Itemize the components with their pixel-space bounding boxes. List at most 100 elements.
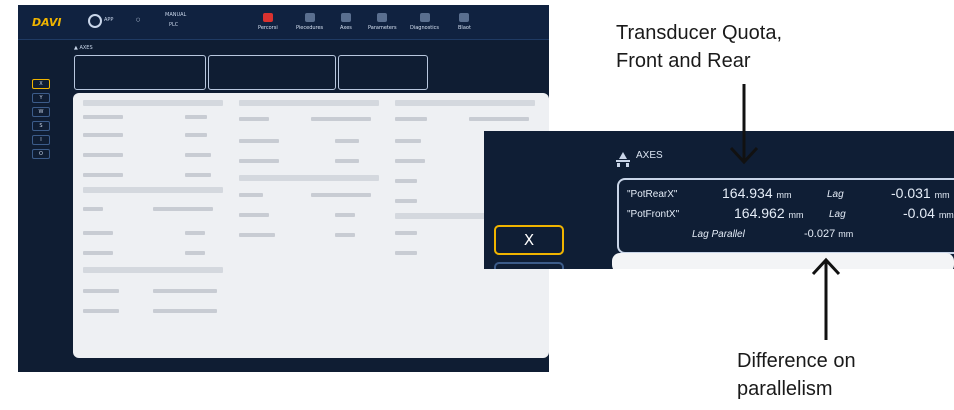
- pot-front-label: "PotFrontX": [627, 209, 680, 220]
- transducer-callout: Transducer Quota, Front and Rear: [616, 19, 782, 75]
- field-label: [83, 309, 119, 313]
- field-value: [185, 231, 205, 235]
- tab-i[interactable]: I: [32, 135, 50, 145]
- field-label: [83, 289, 119, 293]
- tab-s[interactable]: S: [32, 121, 50, 131]
- section-header: [239, 100, 379, 106]
- nav-piecedures[interactable]: Piecedures: [296, 13, 323, 31]
- field-value: [185, 153, 211, 157]
- user-label: APP: [104, 17, 114, 23]
- field-label: [83, 231, 113, 235]
- left-tabs: X Y W S I O: [32, 79, 50, 163]
- top-bar: DAVI APP ○ MANUAL PLC Percorsi Piecedure…: [18, 5, 549, 40]
- pot-rear-label: "PotRearX": [627, 189, 678, 200]
- field-value: [469, 117, 529, 121]
- field-label: [395, 159, 425, 163]
- sliders-icon: [377, 13, 388, 22]
- field-value: [185, 133, 207, 137]
- callout-line: Front and Rear: [616, 50, 751, 72]
- position-box: [74, 55, 206, 90]
- value-text: -0.027: [804, 228, 836, 240]
- field-label: [239, 233, 275, 237]
- value-text: 164.934: [722, 185, 773, 201]
- tab-y[interactable]: Y: [32, 93, 50, 103]
- field-value: [335, 159, 359, 163]
- axes-header: ▲ AXES: [74, 45, 93, 51]
- nav-parameters[interactable]: Parameters: [368, 13, 397, 31]
- field-value: [335, 213, 355, 217]
- field-label: [83, 153, 123, 157]
- lag-rear-value: -0.031 mm: [891, 185, 950, 201]
- section-header: [83, 267, 223, 273]
- field-label: [395, 139, 421, 143]
- up-arrow-icon: [811, 257, 841, 340]
- section-header: [83, 187, 223, 193]
- chart-icon: [419, 13, 430, 22]
- parameters-panel: [73, 93, 549, 358]
- field-label: [239, 159, 279, 163]
- quota-box: "PotRearX" 164.934 mm Lag -0.031 mm "Pot…: [617, 178, 954, 254]
- next-axis-button[interactable]: [494, 262, 564, 269]
- callout-line: parallelism: [737, 378, 833, 400]
- lag-label: Lag: [827, 189, 844, 200]
- axes-title: AXES: [79, 45, 93, 51]
- field-label: [83, 115, 123, 119]
- field-value: [185, 173, 211, 177]
- pot-rear-value: 164.934 mm: [722, 185, 792, 201]
- field-label: [239, 213, 269, 217]
- field-label: [395, 117, 427, 121]
- mode-label: MANUAL: [165, 12, 187, 18]
- dot-icon: ○: [136, 17, 141, 23]
- tab-w[interactable]: W: [32, 107, 50, 117]
- parallelism-callout: Difference on parallelism: [737, 347, 856, 403]
- value-text: -0.04: [903, 205, 935, 221]
- nav-label: Parameters: [368, 25, 397, 31]
- field-label: [395, 199, 417, 203]
- nav-blaot[interactable]: Blaot: [458, 13, 471, 31]
- axes-icon: [616, 152, 630, 167]
- field-label: [239, 117, 269, 121]
- field-value: [153, 207, 213, 211]
- lag-parallel-value: -0.027 mm: [804, 228, 853, 240]
- app-screenshot: DAVI APP ○ MANUAL PLC Percorsi Piecedure…: [18, 5, 549, 372]
- zoom-detail: AXES "PotRearX" 164.934 mm Lag -0.031 mm…: [484, 131, 954, 269]
- nav-percorsi[interactable]: Percorsi: [258, 13, 278, 31]
- nav-label: Piecedures: [296, 25, 324, 31]
- section-header: [83, 100, 223, 106]
- field-value: [185, 115, 207, 119]
- nav-label: Axes: [340, 25, 352, 31]
- axes-icon: [340, 13, 351, 22]
- tab-o[interactable]: O: [32, 149, 50, 159]
- nav-diagnostics[interactable]: Diagnostics: [410, 13, 439, 31]
- pot-front-value: 164.962 mm: [734, 205, 804, 221]
- unit-text: mm: [788, 210, 804, 220]
- section-header: [239, 175, 379, 181]
- callout-line: Transducer Quota,: [616, 22, 783, 44]
- plc-label: PLC: [169, 22, 179, 28]
- down-arrow-icon: [729, 84, 759, 165]
- tab-x[interactable]: X: [32, 79, 50, 89]
- brand-logo: DAVI: [32, 16, 62, 29]
- nav-label: Percorsi: [258, 25, 278, 31]
- value-text: -0.031: [891, 185, 931, 201]
- axes-title: AXES: [636, 150, 663, 161]
- callout-line: Difference on: [737, 350, 856, 372]
- x-axis-button[interactable]: X: [494, 225, 564, 255]
- lag-parallel-label: Lag Parallel: [692, 229, 745, 240]
- parallel-box: [338, 55, 428, 90]
- unit-text: mm: [776, 190, 792, 200]
- power-icon[interactable]: [88, 14, 102, 28]
- nav-label: Diagnostics: [410, 25, 440, 31]
- unit-text: mm: [838, 229, 854, 239]
- field-label: [395, 231, 417, 235]
- field-label: [395, 179, 417, 183]
- chat-icon: [459, 13, 470, 22]
- field-value: [311, 193, 371, 197]
- unit-text: mm: [938, 210, 954, 220]
- value-text: 164.962: [734, 205, 785, 221]
- field-value: [153, 289, 217, 293]
- nav-axes[interactable]: Axes: [340, 13, 352, 31]
- field-label: [83, 251, 113, 255]
- field-label: [239, 193, 263, 197]
- lag-box: [208, 55, 336, 90]
